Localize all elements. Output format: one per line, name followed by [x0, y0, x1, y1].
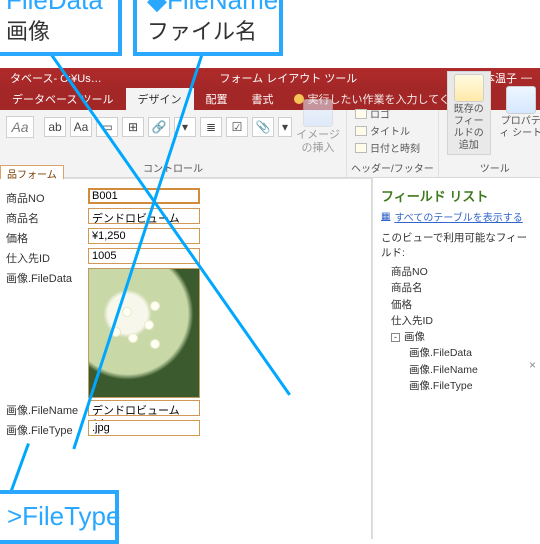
- hf-datetime-button[interactable]: 日付と時刻: [355, 140, 420, 155]
- hf-title-label: タイトル: [370, 123, 410, 138]
- open-form-tab[interactable]: 品フォーム: [0, 165, 64, 179]
- field-img-filedata[interactable]: [88, 268, 200, 398]
- insert-image-button[interactable]: イメージの挿入: [296, 99, 340, 155]
- show-all-tables-label: すべてのテーブルを表示する: [394, 209, 522, 224]
- add-existing-fields-button[interactable]: 既存のフィールドの追加: [447, 71, 491, 155]
- control-label-icon[interactable]: Aa: [70, 117, 92, 137]
- label-price[interactable]: 価格: [6, 228, 88, 246]
- field-item-supplier[interactable]: 仕入先ID: [391, 313, 532, 329]
- control-textbox-icon[interactable]: ab: [44, 117, 66, 137]
- group-tools-caption: ツール: [439, 159, 540, 177]
- logo-icon: [355, 109, 367, 119]
- field-item-image-filetype[interactable]: 画像.FileType: [391, 378, 532, 394]
- hf-title-button[interactable]: タイトル: [355, 123, 420, 138]
- callout-b-line1: ◆FileName: [147, 0, 269, 18]
- form-design-surface[interactable]: 商品NO B001 商品名 デンドロビューム 価格 ¥1,250 仕入先ID 1…: [0, 178, 372, 539]
- label-product-no[interactable]: 商品NO: [6, 188, 88, 206]
- title-icon: [355, 126, 367, 136]
- label-supplier[interactable]: 仕入先ID: [6, 248, 88, 266]
- control-attachment-icon[interactable]: 📎: [252, 117, 274, 137]
- image-icon: [303, 99, 333, 127]
- show-all-tables-link[interactable]: ▦ すべてのテーブルを表示する: [381, 209, 532, 224]
- datetime-icon: [355, 143, 367, 153]
- add-existing-label: 既存のフィールドの追加: [450, 104, 488, 152]
- callout-filetype: >FileType: [0, 490, 119, 544]
- control-checkbox-icon[interactable]: ☑: [226, 117, 248, 137]
- property-sheet-icon: [506, 86, 536, 114]
- label-img-filedata[interactable]: 画像.FileData: [6, 268, 88, 286]
- hf-logo-button[interactable]: ロゴ: [355, 106, 420, 121]
- callout-b-line2: ファイル名: [147, 18, 269, 47]
- control-tab-icon[interactable]: ⊞: [122, 117, 144, 137]
- field-item-image-label: 画像: [404, 331, 425, 343]
- close-pane-icon[interactable]: ×: [529, 358, 536, 372]
- label-product-name[interactable]: 商品名: [6, 208, 88, 226]
- field-item-no[interactable]: 商品NO: [391, 264, 532, 280]
- control-listbox-icon[interactable]: ≣: [200, 117, 222, 137]
- callout-filedata: FileData 画像: [0, 0, 122, 56]
- hf-logo-label: ロゴ: [370, 106, 390, 121]
- group-hf-caption: ヘッダー/フッター: [347, 159, 438, 177]
- field-item-image-filename[interactable]: 画像.FileName: [391, 362, 532, 378]
- field-item-image-filedata[interactable]: 画像.FileData: [391, 345, 532, 361]
- property-sheet-label: プロパティ シート: [499, 116, 540, 140]
- field-list-title: フィールド リスト: [381, 186, 532, 205]
- label-img-filename[interactable]: 画像.FileName: [6, 400, 88, 418]
- tree-collapse-icon[interactable]: -: [391, 333, 400, 342]
- controls-gallery-more-icon[interactable]: ▾: [278, 117, 292, 137]
- property-sheet-button[interactable]: プロパティ シート: [499, 86, 540, 140]
- callout-a-line2: 画像: [6, 18, 108, 47]
- db-filename: タベース- C:¥Us…: [0, 70, 112, 86]
- flower-photo-placeholder: [89, 269, 199, 397]
- add-field-icon: [454, 74, 484, 102]
- hf-datetime-label: 日付と時刻: [370, 140, 420, 155]
- control-link-icon[interactable]: 🔗: [148, 117, 170, 137]
- field-img-filetype[interactable]: .jpg: [88, 420, 200, 436]
- field-list-tree: 商品NO 商品名 価格 仕入先ID -画像 画像.FileData 画像.Fil…: [381, 264, 532, 394]
- field-item-image-parent[interactable]: -画像: [391, 329, 532, 345]
- field-product-name[interactable]: デンドロビューム: [88, 208, 200, 224]
- callout-c-line1: >FileType: [7, 500, 105, 534]
- contextual-tool-title: フォーム レイアウト ツール: [112, 70, 465, 86]
- tables-icon: ▦: [381, 211, 390, 222]
- callout-filename: ◆FileName ファイル名: [133, 0, 283, 56]
- insert-image-label: イメージの挿入: [296, 129, 340, 155]
- font-sample-icon[interactable]: Aa: [6, 116, 34, 138]
- callout-a-line1: FileData: [6, 0, 108, 18]
- field-item-price[interactable]: 価格: [391, 297, 532, 313]
- field-img-filename[interactable]: デンドロビューム1.jpg: [88, 400, 200, 416]
- field-supplier[interactable]: 1005: [88, 248, 200, 264]
- ribbon: Aa ab Aa ▭ ⊞ 🔗 ▾ ≣ ☑ 📎 ▾ イメージの挿入 コントロール …: [0, 110, 540, 178]
- available-fields-heading: このビューで利用可能なフィールド:: [381, 230, 532, 260]
- field-list-pane: × フィールド リスト ▦ すべてのテーブルを表示する このビューで利用可能なフ…: [372, 178, 540, 539]
- field-item-name[interactable]: 商品名: [391, 280, 532, 296]
